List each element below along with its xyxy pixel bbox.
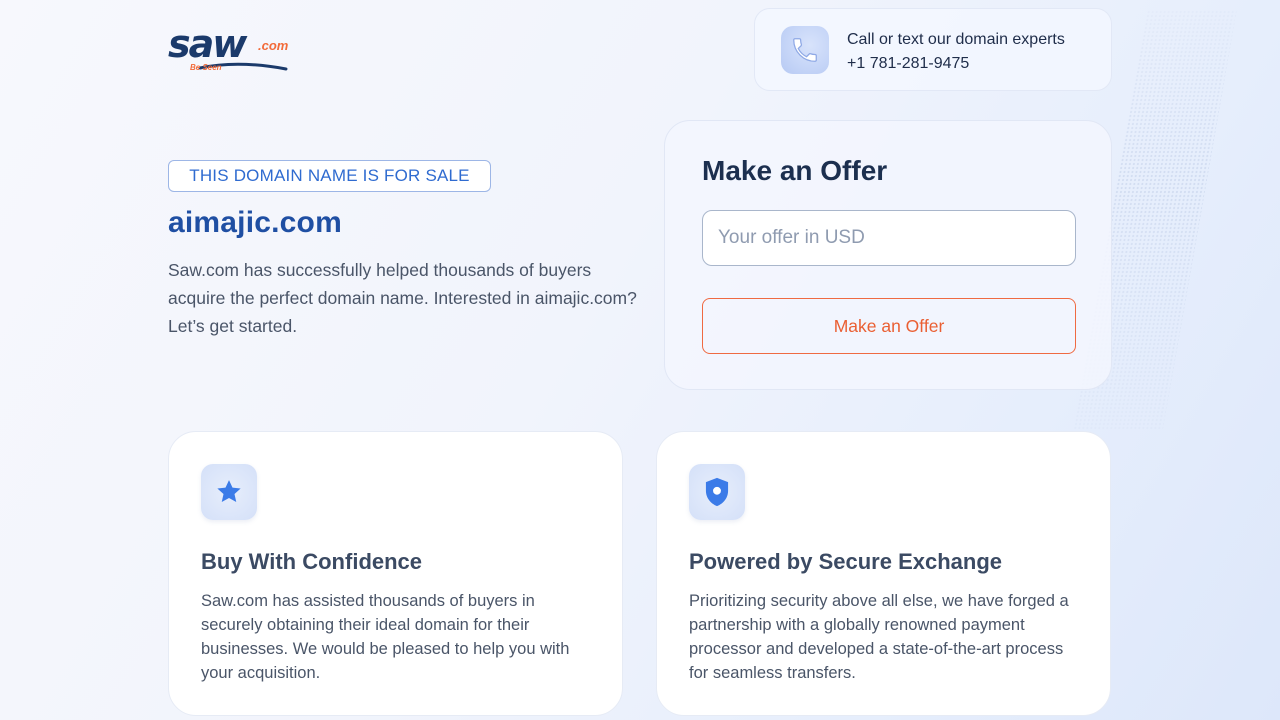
feature-card-secure-exchange: Powered by Secure Exchange Prioritizing … [656,431,1111,716]
contact-line: Call or text our domain experts [847,31,1065,48]
logo-tagline: Be Seen [190,63,222,72]
for-sale-badge: THIS DOMAIN NAME IS FOR SALE [168,160,491,192]
contact-text: Call or text our domain experts +1 781-2… [847,28,1065,76]
feature-description: Saw.com has assisted thousands of buyers… [201,592,570,682]
contact-card: Call or text our domain experts +1 781-2… [754,8,1112,91]
feature-description: Prioritizing security above all else, we… [689,592,1069,682]
hero-description: Saw.com has successfully helped thousand… [168,260,637,336]
make-offer-button[interactable]: Make an Offer [702,298,1076,354]
feature-title: Buy With Confidence [201,549,423,574]
page: saw .com Be Seen Call or text our domain… [0,0,1280,720]
logo-wordmark: saw [168,22,247,66]
phone-icon [781,26,829,74]
shield-icon [689,464,745,520]
logo-com-suffix: .com [258,38,289,53]
offer-title: Make an Offer [702,155,888,186]
contact-phone-number[interactable]: +1 781-281-9475 [847,52,1065,76]
offer-amount-input[interactable] [702,210,1076,266]
saw-logo[interactable]: saw .com Be Seen [168,24,290,74]
star-icon [201,464,257,520]
feature-card-confidence: Buy With Confidence Saw.com has assisted… [168,431,623,716]
offer-card: Make an Offer Make an Offer [664,120,1112,390]
feature-title: Powered by Secure Exchange [689,549,1003,574]
domain-name-heading: aimajic.com [168,206,342,239]
